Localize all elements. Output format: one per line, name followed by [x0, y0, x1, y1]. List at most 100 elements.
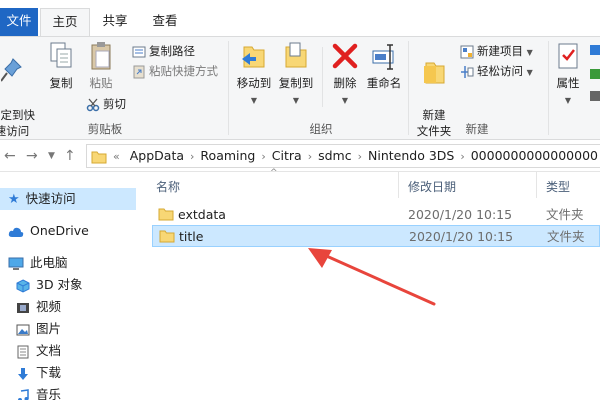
new-item-icon — [460, 45, 474, 58]
breadcrumb-item[interactable]: sdmc — [314, 145, 356, 167]
nav-item-label: OneDrive — [30, 223, 89, 238]
column-header-type[interactable]: 类型 — [546, 178, 570, 195]
breadcrumb-chevron-icon[interactable]: › — [356, 146, 364, 167]
ribbon: 固定到快 速访问 复制 粘贴 复制路径 粘贴快捷方式 — [0, 36, 600, 140]
column-header-name[interactable]: 名称 — [156, 178, 180, 195]
nav-item-label: 此电脑 — [30, 255, 68, 270]
file-type: 文件夹 — [547, 229, 585, 244]
nav-item-documents[interactable]: 文档 — [0, 340, 61, 362]
file-name: title — [179, 229, 204, 244]
rename-label: 重命名 — [366, 76, 402, 90]
new-folder-button[interactable]: 新建 文件夹 — [412, 41, 456, 139]
copy-to-caret-icon: ▼ — [292, 96, 300, 105]
nav-item-label: 3D 对象 — [36, 277, 83, 292]
new-group-label: 新建 — [465, 122, 489, 136]
breadcrumb-item[interactable]: 0000000000000000 — [467, 145, 600, 167]
cube-icon — [16, 278, 30, 293]
address-bar: ← → ▼ ↑ «AppData › Roaming › Citra › sdmc › Nint… — [0, 140, 600, 172]
cut-label: 剪切 — [103, 97, 126, 111]
pin-quick-access-button[interactable]: 固定到快 速访问 — [0, 41, 38, 139]
new-item-label: 新建项目 — [477, 44, 523, 58]
up-arrow-icon[interactable]: ↑ — [64, 146, 76, 166]
clipboard-group-label: 剪贴板 — [87, 122, 123, 136]
tab-home[interactable]: 主页 — [40, 8, 90, 36]
nav-item-downloads[interactable]: 下载 — [0, 362, 61, 384]
tab-file[interactable]: 文件 — [0, 8, 38, 36]
navigation-pane: ★ 快速访问 OneDrive 此电脑 3D 对象 视频 图片 文档 下载 音乐 — [0, 172, 140, 400]
move-to-caret-icon: ▼ — [250, 96, 258, 105]
file-name: extdata — [178, 207, 226, 222]
tab-view[interactable]: 查看 — [140, 8, 190, 36]
breadcrumb-chevron-icon[interactable]: › — [306, 146, 314, 167]
pin-icon — [1, 58, 22, 82]
breadcrumb-item[interactable]: Citra — [268, 145, 306, 167]
copy-path-button[interactable]: 复制路径 — [132, 42, 195, 60]
breadcrumb-chevron-icon[interactable]: › — [458, 146, 466, 167]
paste-shortcut-icon — [133, 65, 145, 78]
breadcrumb-chevron-icon[interactable]: › — [188, 146, 196, 167]
open-icon[interactable] — [588, 43, 600, 103]
rename-button[interactable]: 重命名 — [364, 41, 404, 91]
recent-locations-chevron-icon[interactable]: ▼ — [48, 146, 55, 166]
nav-item-3d-objects[interactable]: 3D 对象 — [0, 274, 83, 296]
computer-icon — [8, 257, 24, 270]
delete-icon — [332, 43, 358, 69]
ribbon-separator — [408, 41, 409, 135]
list-item[interactable]: extdata 2020/1/20 10:15 文件夹 — [152, 204, 600, 226]
nav-item-videos[interactable]: 视频 — [0, 296, 61, 318]
breadcrumb-item[interactable]: Nintendo 3DS — [364, 145, 458, 167]
paste-icon — [91, 42, 111, 70]
forward-arrow-icon[interactable]: → — [26, 146, 38, 166]
nav-item-label: 文档 — [36, 343, 62, 358]
ribbon-separator — [322, 47, 323, 107]
properties-button[interactable]: 属性 ▼ — [552, 41, 584, 109]
nav-item-onedrive[interactable]: OneDrive — [0, 220, 89, 242]
nav-item-label: 下载 — [36, 365, 62, 380]
copy-to-label: 复制到 — [278, 76, 314, 90]
paste-button[interactable]: 粘贴 — [84, 41, 118, 91]
delete-button[interactable]: 删除 ▼ — [328, 41, 362, 109]
properties-icon — [558, 43, 578, 69]
copy-to-button[interactable]: 复制到 ▼ — [276, 41, 316, 109]
breadcrumb-item[interactable]: Roaming — [196, 145, 259, 167]
folder-icon — [159, 230, 175, 243]
easy-access-icon — [461, 65, 474, 78]
copy-icon — [50, 42, 72, 68]
move-to-icon — [242, 46, 265, 68]
nav-item-music[interactable]: 音乐 — [0, 384, 61, 400]
properties-caret-icon: ▼ — [564, 96, 572, 105]
new-item-button[interactable]: 新建项目 ▼ — [460, 42, 533, 60]
column-separator[interactable] — [398, 172, 399, 198]
breadcrumb-chevron-icon[interactable]: › — [259, 146, 267, 167]
copy-path-label: 复制路径 — [149, 44, 195, 58]
organize-group-label: 组织 — [309, 122, 333, 136]
address-path-box[interactable]: «AppData › Roaming › Citra › sdmc › Nintendo 3DS… — [86, 144, 600, 168]
paste-shortcut-button[interactable]: 粘贴快捷方式 — [132, 62, 218, 80]
cut-button[interactable]: 剪切 — [86, 95, 126, 113]
list-item-selected[interactable]: title 2020/1/20 10:15 文件夹 — [152, 225, 600, 247]
paste-shortcut-label: 粘贴快捷方式 — [149, 64, 218, 78]
tab-share[interactable]: 共享 — [92, 8, 138, 36]
new-folder-label: 新建 文件夹 — [416, 108, 452, 138]
nav-item-pictures[interactable]: 图片 — [0, 318, 61, 340]
easy-access-button[interactable]: 轻松访问 ▼ — [460, 62, 533, 80]
nav-item-quick-access[interactable]: ★ 快速访问 — [0, 188, 136, 210]
path-overflow-indicator[interactable]: « — [111, 146, 122, 167]
move-to-button[interactable]: 移动到 ▼ — [234, 41, 274, 109]
column-header-date[interactable]: 修改日期 — [408, 178, 456, 195]
star-icon: ★ — [8, 191, 20, 207]
copy-button[interactable]: 复制 — [44, 41, 78, 91]
pin-quick-access-label: 固定到快 速访问 — [0, 108, 35, 138]
column-separator[interactable] — [536, 172, 537, 198]
back-arrow-icon[interactable]: ← — [4, 146, 16, 166]
document-icon — [17, 345, 29, 358]
rename-icon — [372, 44, 394, 70]
nav-item-this-pc[interactable]: 此电脑 — [0, 252, 68, 274]
file-list: ^ 名称 修改日期 类型 extdata 2020/1/20 10:15 文件夹… — [140, 168, 600, 400]
breadcrumb: AppData › Roaming › Citra › sdmc › Nintendo 3DS ›… — [122, 148, 600, 163]
breadcrumb-item[interactable]: AppData — [126, 145, 188, 167]
file-type: 文件夹 — [546, 207, 584, 222]
properties-label: 属性 — [556, 76, 580, 90]
delete-caret-icon: ▼ — [341, 96, 349, 105]
ribbon-tab-bar: 文件 主页 共享 查看 — [0, 0, 600, 36]
